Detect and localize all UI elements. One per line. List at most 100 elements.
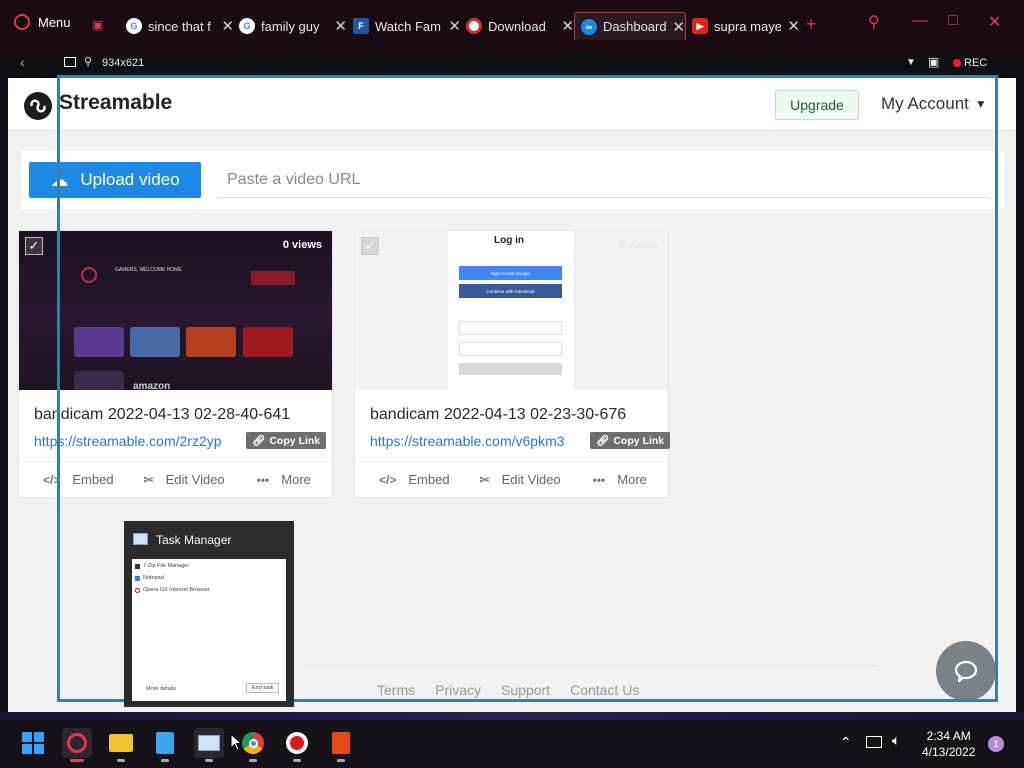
gamepad-icon[interactable]: ▣ (92, 18, 103, 32)
tab-watch-fam[interactable]: F Watch Fam ✕ (353, 12, 461, 40)
tab-supra-maye[interactable]: ▶ supra maye ✕ (692, 12, 800, 40)
taskbar-office[interactable] (326, 728, 356, 762)
tab-since-that[interactable]: G since that f ✕ (126, 12, 234, 40)
windows-logo-icon (22, 732, 44, 754)
streamable-logo-icon[interactable] (24, 92, 52, 120)
more-label: More (617, 472, 647, 487)
video-select-checkbox[interactable]: ✓ (361, 237, 379, 255)
footer-divider (304, 665, 878, 666)
close-icon[interactable]: ✕ (787, 17, 800, 35)
more-label: More (281, 472, 311, 487)
minimize-icon[interactable]: — (912, 12, 928, 30)
help-chat-button[interactable] (936, 641, 996, 701)
opera-menu-button[interactable]: Menu (14, 14, 71, 30)
embed-button[interactable]: </> Embed (379, 472, 450, 487)
embed-button[interactable]: </> Embed (43, 472, 114, 487)
close-icon[interactable]: ✕ (448, 17, 461, 35)
taskbar-task-manager[interactable] (194, 728, 224, 762)
twitch-tile-icon (74, 327, 124, 357)
start-button[interactable] (18, 728, 48, 758)
taskbar-chrome[interactable] (238, 728, 268, 762)
notification-badge[interactable]: 1 (988, 736, 1004, 752)
taskbar-bandicam[interactable] (282, 728, 312, 762)
task-manager-title: Task Manager (156, 533, 232, 547)
footer-contact-link[interactable]: Contact Us (570, 682, 639, 698)
close-window-icon[interactable]: ✕ (988, 12, 1001, 32)
video-select-checkbox[interactable]: ✓ (25, 237, 43, 255)
view-count: 0 views (619, 239, 659, 251)
taskbar-notepad[interactable] (150, 728, 180, 762)
dropdown-caret-icon[interactable]: ▼ (906, 57, 916, 68)
logo-text[interactable]: Streamable (59, 91, 172, 115)
taskbar-file-explorer[interactable] (106, 728, 136, 762)
footer-privacy-link[interactable]: Privacy (435, 682, 481, 698)
thumbnail-tile (74, 371, 124, 390)
video-thumbnail[interactable]: GAMERS, WELCOME HOME amazon ✓ 0 views (19, 231, 332, 390)
rec-label[interactable]: REC (964, 57, 987, 69)
link-icon: 🔗︎ (596, 435, 610, 447)
embed-label: Embed (408, 472, 450, 487)
record-dot-icon (953, 59, 961, 67)
zip-icon (135, 563, 140, 569)
edit-video-label: Edit Video (165, 472, 225, 487)
running-indicator (293, 759, 301, 762)
taskbar-opera-gx[interactable] (62, 728, 92, 762)
network-icon[interactable] (866, 736, 882, 748)
windows-taskbar: ⌃ 🔈︎ 2:34 AM 4/13/2022 (0, 720, 1024, 768)
new-tab-icon[interactable]: + (806, 14, 817, 35)
scissors-icon: ✂ (143, 472, 154, 487)
running-indicator (205, 759, 213, 762)
task-manager-preview[interactable]: Task Manager 7-Zip File Manager Notepad … (124, 521, 294, 707)
camera-icon[interactable]: ▣ (928, 55, 939, 69)
tab-family-guy[interactable]: G family guy ✕ (239, 12, 347, 40)
video-title[interactable]: bandicam 2022-04-13 02-28-40-641 (34, 406, 290, 424)
streamable-icon: ∞ (581, 18, 597, 35)
task-item: Notepad (135, 575, 164, 581)
more-button[interactable]: ••• More (593, 472, 647, 487)
tab-download[interactable]: Download ✕ (466, 12, 574, 40)
window-icon[interactable] (64, 57, 76, 67)
end-task-button: End task (246, 683, 280, 693)
edit-video-button[interactable]: ✂ Edit Video (480, 472, 561, 487)
footer-links: Terms Privacy Support Contact Us (377, 682, 639, 698)
footer-terms-link[interactable]: Terms (377, 682, 415, 698)
upload-video-button[interactable]: ☁ Upload video (29, 162, 201, 198)
capture-toolbar: ‹ ⚲ 934x621 ▼ ▣ REC (0, 52, 1024, 74)
video-card: GAMERS, WELCOME HOME amazon ✓ 0 views ba… (18, 230, 333, 498)
my-account-button[interactable]: My Account ▼ (881, 94, 987, 114)
task-manager-icon (198, 735, 220, 751)
close-icon[interactable]: ✕ (221, 17, 234, 35)
thumbnail-email-field (459, 321, 562, 335)
video-title[interactable]: bandicam 2022-04-13 02-23-30-676 (370, 406, 626, 424)
more-button[interactable]: ••• More (257, 472, 311, 487)
video-link[interactable]: https://streamable.com/2rz2yp (34, 433, 222, 449)
upgrade-button[interactable]: Upgrade (775, 90, 859, 120)
clock-date: 4/13/2022 (922, 745, 976, 759)
copy-link-button[interactable]: 🔗︎ Copy Link (590, 432, 671, 449)
chevron-up-icon[interactable]: ⌃ (840, 734, 852, 751)
zoom-icon[interactable]: ⚲ (84, 55, 92, 68)
edit-video-button[interactable]: ✂ Edit Video (144, 472, 225, 487)
desktop-background-strip (0, 712, 1024, 720)
video-link[interactable]: https://streamable.com/v6pkm3 (370, 433, 565, 449)
window-edge-right (1016, 52, 1024, 720)
tab-dashboard[interactable]: ∞ Dashboard ✕ (574, 12, 686, 40)
copy-link-label: Copy Link (269, 434, 321, 447)
footer-support-link[interactable]: Support (501, 682, 550, 698)
maximize-icon[interactable]: □ (948, 12, 958, 30)
video-thumbnail[interactable]: Log in Sign in with Google Continue with… (355, 231, 668, 390)
close-icon[interactable]: ✕ (334, 17, 347, 35)
video-url-input[interactable] (217, 162, 989, 198)
close-icon[interactable]: ✕ (672, 18, 685, 36)
code-icon: </> (379, 472, 397, 487)
close-icon[interactable]: ✕ (561, 17, 574, 35)
search-icon[interactable]: ⚲ (868, 12, 880, 32)
thumbnail-login-button (459, 363, 562, 375)
back-icon[interactable]: ‹ (20, 54, 25, 70)
running-indicator (117, 759, 125, 762)
youtube-icon: ▶ (692, 18, 708, 34)
copy-link-button[interactable]: 🔗︎ Copy Link (246, 432, 327, 449)
clock[interactable]: 2:34 AM 4/13/2022 (922, 728, 975, 760)
volume-icon[interactable]: 🔈︎ (892, 732, 900, 749)
record-icon (466, 18, 482, 34)
